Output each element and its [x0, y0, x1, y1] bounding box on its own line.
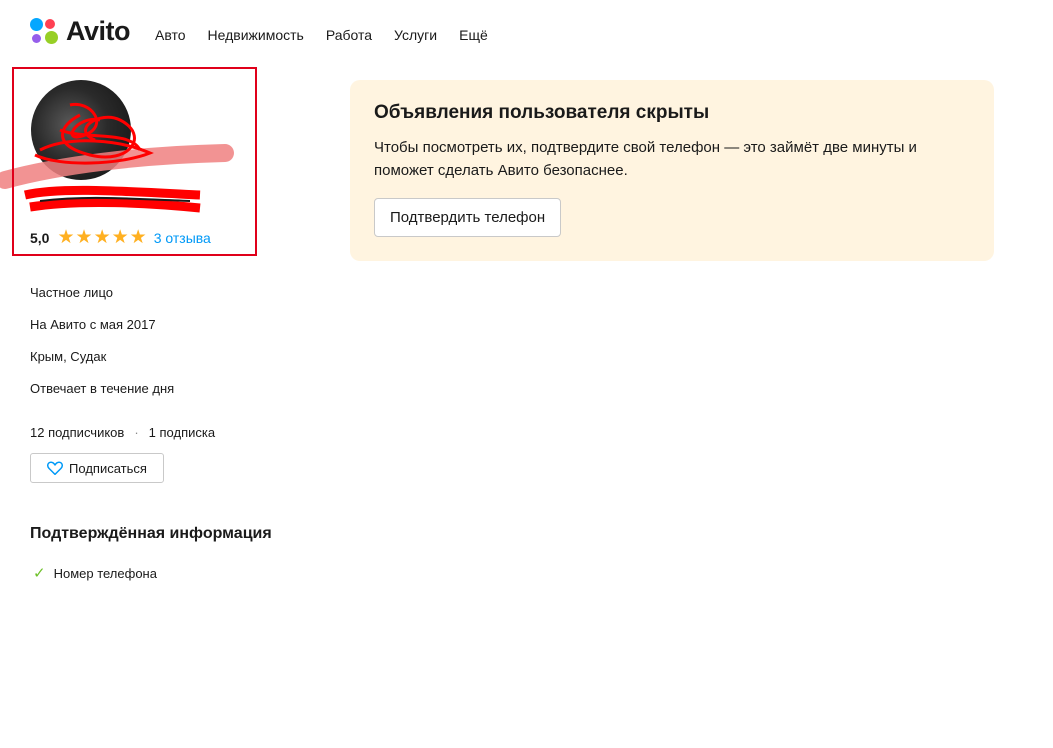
notice-text: Чтобы посмотреть их, подтвердите свой те…: [374, 139, 917, 179]
avito-logo[interactable]: Avito: [30, 16, 131, 47]
reviews-link[interactable]: 3 отзыва: [154, 230, 211, 246]
notice-title: Объявления пользователя скрыты: [374, 102, 710, 123]
logo-text: Avito: [66, 16, 131, 46]
verified-info-title: Подтверждённая информация: [30, 525, 272, 542]
heart-icon: [47, 461, 64, 475]
response-time: Отвечает в течение дня: [30, 381, 175, 396]
verified-item-label: Номер телефона: [53, 565, 157, 581]
subscriptions-count[interactable]: 1 подписка: [149, 425, 215, 440]
nav-item-realty[interactable]: Недвижимость: [208, 27, 304, 43]
nav-item-auto[interactable]: Авто: [155, 27, 186, 43]
confirm-phone-button[interactable]: Подтвердить телефон: [374, 198, 562, 237]
subscriptions-row: 12 подписчиков · 1 подписка: [30, 425, 215, 440]
rating-row: 5,0 ★ ★ ★ ★ ★ 3 отзыва: [30, 227, 211, 248]
subscribe-button-label: Подписаться: [69, 460, 147, 476]
nav-item-jobs[interactable]: Работа: [326, 27, 372, 43]
seller-location: Крым, Судак: [30, 349, 107, 364]
separator-dot: ·: [134, 425, 139, 440]
nav-item-services[interactable]: Услуги: [394, 27, 437, 43]
nav-item-more[interactable]: Ещё: [459, 27, 488, 43]
seller-type: Частное лицо: [30, 285, 113, 300]
checkmark-icon: ✓: [33, 565, 46, 582]
subscribers-count[interactable]: 12 подписчиков: [30, 425, 124, 440]
rating-value: 5,0: [30, 230, 50, 246]
member-since: На Авито с мая 2017: [30, 317, 156, 332]
star-icon: ★: [75, 227, 93, 248]
hidden-listings-notice: Объявления пользователя скрыты Чтобы пос…: [350, 80, 994, 261]
main-nav: Авто Недвижимость Работа Услуги Ещё: [155, 27, 510, 43]
star-icon: ★: [93, 227, 111, 248]
star-icon: ★: [111, 227, 129, 248]
star-icon: ★: [129, 227, 147, 248]
subscribe-button[interactable]: Подписаться: [30, 453, 164, 483]
logo-dots-icon: [30, 17, 62, 46]
star-icon: ★: [57, 227, 75, 248]
verified-item: ✓ Номер телефона: [33, 564, 157, 582]
